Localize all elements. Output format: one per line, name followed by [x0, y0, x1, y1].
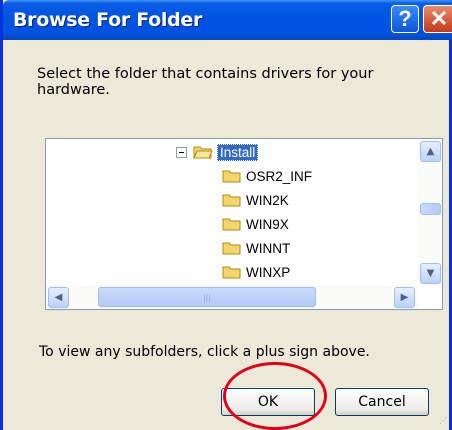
tree-item-label: WINXP [246, 264, 291, 280]
folder-icon [222, 218, 241, 231]
tree-item-osr2-inf[interactable]: OSR2_INF [222, 165, 312, 187]
browse-for-folder-dialog: Browse For Folder ? ✕ Select the folder … [0, 0, 452, 430]
tree-item-label: Install [217, 143, 259, 161]
scroll-left-arrow-icon[interactable]: ◀ [48, 287, 69, 308]
collapse-toggle-icon[interactable] [176, 146, 187, 158]
tree-item-label: WIN9X [246, 216, 289, 232]
open-folder-icon [193, 146, 213, 159]
folder-icon [222, 194, 241, 207]
horizontal-scrollbar[interactable]: ◀ ||| ▶ [46, 285, 418, 309]
ok-button[interactable]: OK [221, 388, 315, 416]
tree-item-label: WINNT [246, 240, 291, 256]
cancel-button[interactable]: Cancel [335, 388, 429, 416]
tree-item-win9x[interactable]: WIN9X [222, 213, 289, 235]
horizontal-scroll-thumb[interactable]: ||| [98, 287, 316, 307]
resize-grip-icon[interactable]: ⋰ [439, 416, 447, 425]
subfolder-hint-text: To view any subfolders, click a plus sig… [39, 344, 370, 360]
scroll-down-arrow-icon[interactable]: ▼ [420, 263, 441, 284]
vertical-scrollbar[interactable]: ▲ ▼ [418, 139, 442, 285]
tree-item-install[interactable]: Install [176, 141, 259, 163]
tree-item-winxp[interactable]: WINXP [222, 261, 290, 283]
tree-item-winnt[interactable]: WINNT [222, 237, 290, 259]
instruction-text: Select the folder that contains drivers … [37, 66, 374, 98]
scroll-up-arrow-icon[interactable]: ▲ [420, 141, 441, 162]
folder-icon [222, 170, 241, 183]
title-bar[interactable]: Browse For Folder ? ✕ [3, 0, 452, 40]
tree-item-win2k[interactable]: WIN2K [222, 189, 289, 211]
folder-icon [222, 242, 241, 255]
help-button[interactable]: ? [391, 5, 419, 33]
scroll-right-arrow-icon[interactable]: ▶ [394, 287, 415, 308]
window-title: Browse For Folder [13, 9, 203, 31]
tree-item-label: WIN2K [246, 192, 289, 208]
folder-tree: Install OSR2_INF WIN2K WIN9X WINNT WINXP… [45, 138, 443, 310]
close-button[interactable]: ✕ [423, 5, 452, 33]
folder-icon [222, 266, 241, 279]
tree-item-label: OSR2_INF [246, 168, 313, 184]
vertical-scroll-thumb[interactable] [420, 203, 441, 215]
